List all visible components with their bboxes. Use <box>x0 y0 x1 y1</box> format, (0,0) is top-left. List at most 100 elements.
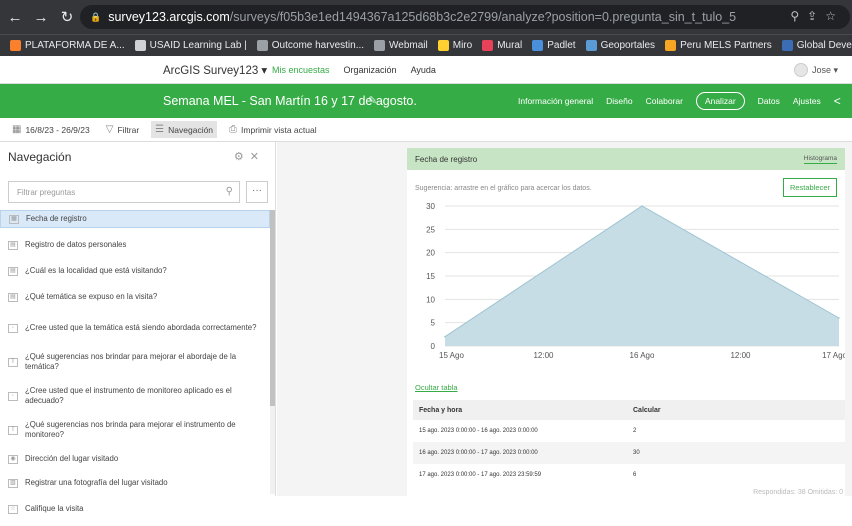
bookmark-item[interactable]: USAID Learning Lab | <box>134 40 247 51</box>
group-icon: ▤ <box>8 266 18 276</box>
y-tick-label: 20 <box>426 249 435 258</box>
bookmark-item[interactable]: Mural <box>482 40 522 51</box>
app-title[interactable]: ArcGIS Survey123 ▾ <box>163 63 267 77</box>
y-tick-label: 25 <box>426 225 435 234</box>
analyze-toolbar: ▦ 16/8/23 - 26/9/23 ▽ Filtrar ☰ Navegaci… <box>0 118 852 142</box>
question-item[interactable]: ◦ ¿Cree usted que el instrumento de monit… <box>0 382 270 410</box>
histogram-chart[interactable]: 0 5 10 15 20 25 30 15 Ago 12:00 16 Ago 12:00 17 Ago <box>407 198 845 373</box>
user-menu[interactable]: Jose ▾ <box>793 63 838 77</box>
scroll-thumb[interactable] <box>270 210 275 406</box>
tab-ajustes[interactable]: Ajustes <box>793 96 821 106</box>
chart-hint: Sugerencia: arrastre en el gráfico para … <box>415 185 592 192</box>
table-cell: 6 <box>633 472 637 478</box>
hide-table-link[interactable]: Ocultar tabla <box>415 383 458 392</box>
text-icon: T <box>8 425 18 435</box>
lock-icon: 🔒 <box>90 11 102 22</box>
close-icon[interactable]: ✕ <box>250 151 265 163</box>
table-cell: 16 ago. 2023 0:00:00 - 17 ago. 2023 0:00… <box>419 450 538 456</box>
question-item[interactable]: ◦ ¿Cree usted que la temática está siendo… <box>0 314 270 342</box>
print-icon: ⎙ <box>229 124 238 135</box>
nav-my-surveys[interactable]: Mis encuestas <box>272 65 330 75</box>
user-name: Jose <box>811 65 831 75</box>
nav-organization[interactable]: Organización <box>344 65 397 75</box>
y-tick-label: 30 <box>426 202 435 211</box>
edit-icon[interactable]: ✎ <box>368 94 377 107</box>
survey-name: Semana MEL - San Martín 16 y 17 de agost… <box>163 94 417 108</box>
question-item[interactable]: ▤ ¿Qué temática se expuso en la visita? <box>0 288 270 306</box>
image-icon: ▧ <box>8 478 18 488</box>
calendar-icon: ▦ <box>9 214 19 224</box>
x-tick-label: 15 Ago <box>439 351 464 360</box>
star-icon: ☆ <box>8 504 18 514</box>
forward-icon[interactable]: → <box>30 9 52 26</box>
group-icon: ▤ <box>8 240 18 250</box>
bookmark-item[interactable]: Peru MELS Partners <box>665 40 772 51</box>
histogram-tab[interactable]: Histograma <box>803 155 837 164</box>
x-tick-label: 17 Ago <box>822 351 845 360</box>
bookmark-item[interactable]: Webmail <box>374 40 428 51</box>
bookmark-item[interactable]: Outcome harvestin... <box>256 40 364 51</box>
question-label: ¿Qué sugerencias nos brinda para mejorar… <box>25 419 236 439</box>
question-item[interactable]: ▧ Registrar una fotografía del lugar visi… <box>0 474 270 492</box>
header-date: Fecha y hora <box>419 406 463 414</box>
text-icon: T <box>8 357 18 367</box>
search-icon[interactable]: ⚲ <box>226 186 233 197</box>
filter-questions-input[interactable]: Filtrar preguntas ⚲ <box>8 181 240 203</box>
question-item[interactable]: ▦ Fecha de registro <box>0 210 270 228</box>
question-item[interactable]: ◉ Dirección del lugar visitado <box>0 450 270 468</box>
table-cell: 15 ago. 2023 0:00:00 - 16 ago. 2023 0:00… <box>419 428 538 434</box>
url-host: survey123.arcgis.com <box>108 10 230 24</box>
tab-colaborar[interactable]: Colaborar <box>646 96 683 106</box>
tab-informaci-n-general[interactable]: Información general <box>518 96 593 106</box>
question-label: Registro de datos personales <box>25 239 127 249</box>
question-item[interactable]: ▤ Registro de datos personales <box>0 236 270 254</box>
back-icon[interactable]: ← <box>4 9 26 26</box>
panel-scrollbar[interactable] <box>270 210 275 494</box>
question-item[interactable]: ▤ ¿Cuál es la localidad que está visitand… <box>0 262 270 280</box>
survey-tabs: Información general Diseño Colaborar Analiz… <box>518 92 841 110</box>
question-item[interactable]: T ¿Qué sugerencias nos brindar para mejor… <box>0 348 270 376</box>
table-row: 15 ago. 2023 0:00:00 - 16 ago. 2023 0:00… <box>413 420 845 442</box>
bookmark-icon <box>665 40 677 51</box>
tab-analizar[interactable]: Analizar <box>695 92 745 110</box>
app-header: ArcGIS Survey123 ▾ Mis encuestas Organiz… <box>0 56 852 84</box>
more-options-button[interactable]: ··· <box>246 181 268 203</box>
bookmark-item[interactable]: PLATAFORMA DE A... <box>10 40 125 51</box>
table-cell: 2 <box>633 428 637 434</box>
navigation-button[interactable]: ☰ Navegación <box>151 121 218 138</box>
data-point <box>838 317 840 319</box>
question-label: ¿Cree usted que la temática está siendo … <box>25 322 257 332</box>
date-range-button[interactable]: ▦ 16/8/23 - 26/9/23 <box>8 121 94 138</box>
question-label: ¿Cree usted que el instrumento de monito… <box>25 385 232 405</box>
question-label: ¿Qué sugerencias nos brindar para mejora… <box>25 351 237 371</box>
question-item[interactable]: ☆ Califique la visita <box>0 500 270 518</box>
bookmark-icon <box>532 40 544 51</box>
navigation-panel: Navegación ⚙✕ Filtrar preguntas ⚲ ··· ▦ F… <box>0 142 276 514</box>
tab-dise-o[interactable]: Diseño <box>606 96 632 106</box>
bookmark-item[interactable]: Geoportales <box>585 40 655 51</box>
bookmark-icon <box>374 40 386 51</box>
settings-icon[interactable]: ⚙ <box>234 151 250 163</box>
zoom-share-star-icons[interactable]: ⚲⇪☆ <box>790 9 844 23</box>
y-tick-label: 15 <box>426 272 435 281</box>
bookmark-item[interactable]: Miro <box>437 40 472 51</box>
tab-datos[interactable]: Datos <box>758 96 780 106</box>
question-label: Fecha de registro <box>26 213 87 223</box>
question-item[interactable]: T ¿Qué sugerencias nos brinda para mejora… <box>0 416 270 444</box>
bookmark-icon <box>781 40 793 51</box>
address-bar[interactable]: 🔒 survey123.arcgis.com /surveys/f05b3e1e… <box>80 5 850 29</box>
bookmark-item[interactable]: Global Developmen... <box>781 40 852 51</box>
question-label: Califique la visita <box>25 503 84 513</box>
reset-button[interactable]: Restablecer <box>782 178 837 197</box>
y-tick-label: 5 <box>431 319 436 328</box>
filter-button[interactable]: ▽ Filtrar <box>102 121 143 138</box>
print-button[interactable]: ⎙ Imprimir vista actual <box>225 121 321 138</box>
url-path: /surveys/f05b3e1ed1494367a125d68b3c2e279… <box>229 10 737 24</box>
bookmark-item[interactable]: Padlet <box>532 40 576 51</box>
bookmark-icon <box>585 40 597 51</box>
nav-help[interactable]: Ayuda <box>411 65 436 75</box>
reload-icon[interactable]: ↻ <box>56 8 78 26</box>
share-icon[interactable]: < <box>834 94 841 108</box>
y-tick-label: 0 <box>431 342 436 351</box>
choice-icon: ◦ <box>8 391 18 401</box>
